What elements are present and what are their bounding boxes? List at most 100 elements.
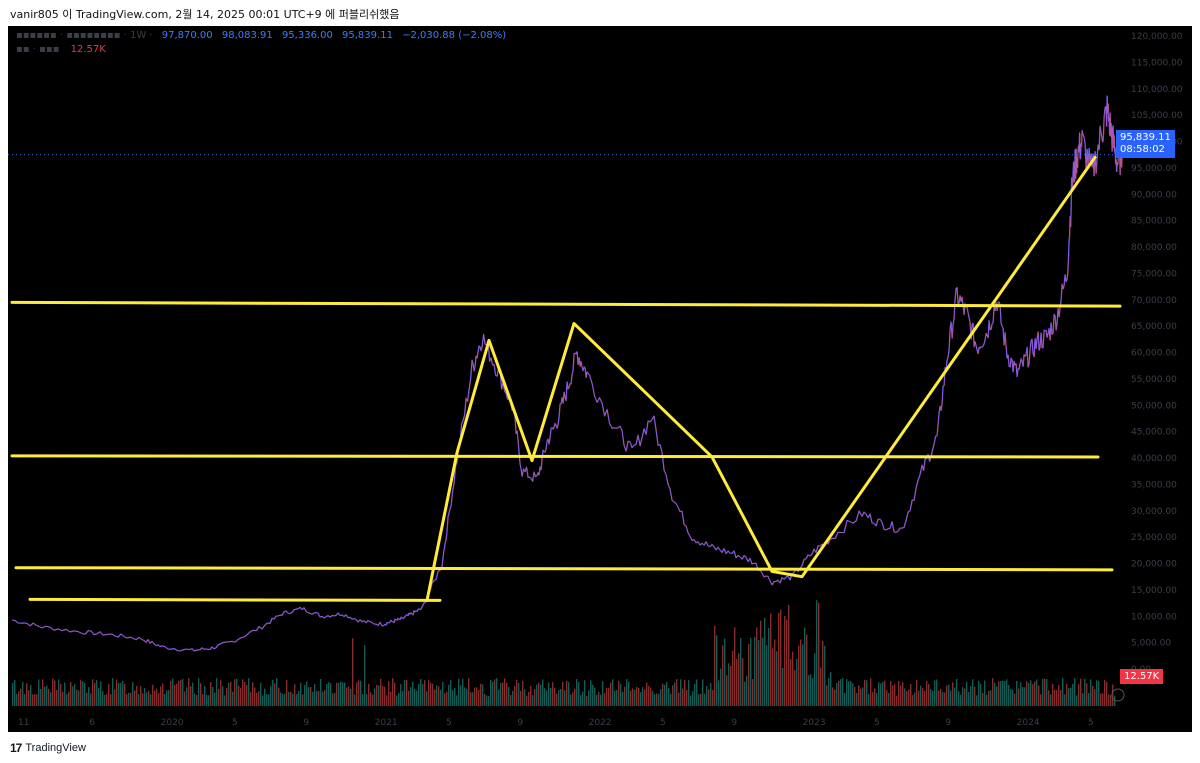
volume-bar — [268, 694, 270, 706]
x-tick-label: 9 — [303, 718, 309, 728]
volume-bar — [762, 637, 764, 706]
volume-bar — [74, 683, 76, 706]
volume-bar — [348, 686, 350, 706]
volume-bar — [144, 688, 146, 706]
volume-bar — [536, 684, 538, 706]
volume-bar — [64, 682, 66, 706]
volume-bar — [248, 678, 250, 706]
volume-bar — [460, 685, 462, 706]
volume-bar — [516, 679, 518, 706]
volume-bar — [308, 687, 310, 706]
legend-low: 95,336.00 — [281, 30, 333, 41]
y-tick-label: 115,000.00 — [1131, 58, 1183, 68]
y-tick-label: 60,000.00 — [1131, 349, 1177, 359]
chart-panel[interactable]: 120,000.00 115,000.00 110,000.00 105,000.00… — [8, 26, 1192, 732]
volume-bar — [908, 689, 910, 706]
volume-bar — [786, 619, 788, 706]
volume-bar — [824, 645, 826, 706]
volume-bar — [484, 693, 486, 706]
volume-bar — [372, 694, 374, 706]
volume-bar — [498, 689, 500, 706]
volume-bar — [1048, 690, 1050, 706]
volume-bar — [922, 687, 924, 706]
volume-bar — [350, 688, 352, 706]
volume-bar — [728, 663, 730, 706]
volume-bar — [36, 694, 38, 706]
volume-bar — [304, 685, 306, 706]
volume-bar — [302, 694, 304, 706]
volume-bar — [222, 686, 224, 706]
volume-bar — [362, 694, 364, 706]
volume-bar — [950, 690, 952, 706]
volume-bar — [652, 691, 654, 706]
volume-bar — [450, 680, 452, 706]
volume-bar — [882, 681, 884, 706]
x-axis: 11 6 2020 5 9 2021 5 9 2022 5 9 2023 5 9 2024 5 — [18, 718, 1094, 728]
legend-change: −2,030.88 (−2.08%) — [402, 30, 507, 41]
volume-bar — [266, 694, 268, 706]
volume-bar — [456, 695, 458, 706]
volume-bar — [914, 692, 916, 706]
price-chart[interactable]: 120,000.00115,000.00110,000.00105,000.00… — [8, 26, 1192, 732]
volume-bar — [242, 679, 244, 706]
volume-bar — [1084, 678, 1086, 706]
volume-bar — [742, 658, 744, 706]
volume-bar — [1102, 693, 1104, 706]
volume-bar — [478, 689, 480, 706]
volume-bar — [240, 688, 242, 706]
volume-bar — [972, 679, 974, 706]
volume-bar — [916, 679, 918, 706]
volume-bar — [1036, 679, 1038, 706]
volume-bar — [784, 615, 786, 706]
volume-bar — [326, 684, 328, 706]
volume-bar — [502, 682, 504, 706]
volume-bar — [398, 692, 400, 706]
volume-bar — [506, 682, 508, 706]
volume-bar — [496, 678, 498, 706]
volume-bar — [576, 679, 578, 706]
volume-bar — [1020, 682, 1022, 706]
volume-bar — [894, 684, 896, 706]
volume-bar — [520, 690, 522, 706]
y-axis: 120,000.00 115,000.00 110,000.00 105,000.00… — [1131, 32, 1183, 675]
volume-bar — [234, 679, 236, 706]
footer-brand[interactable]: 17 TradingView — [10, 741, 86, 755]
volume-bar — [532, 695, 534, 706]
volume-bar — [424, 680, 426, 706]
volume-bar — [990, 690, 992, 706]
volume-bar — [392, 678, 394, 706]
x-tick-label: 2021 — [375, 718, 398, 728]
volume-bar — [62, 691, 64, 706]
volume-bar — [960, 694, 962, 706]
volume-bar — [436, 685, 438, 706]
volume-bar — [130, 692, 132, 706]
volume-bar — [618, 680, 620, 706]
volume-bar — [830, 672, 832, 706]
volume-bar — [674, 682, 676, 706]
volume-bar — [12, 682, 14, 706]
volume-bar — [170, 680, 172, 706]
y-tick-label: 25,000.00 — [1131, 533, 1177, 543]
volume-bar — [924, 690, 926, 706]
volume-bar — [626, 679, 628, 706]
volume-bar — [748, 643, 750, 706]
volume-bar — [58, 679, 60, 706]
volume-bar — [1090, 679, 1092, 706]
volume-bar — [672, 685, 674, 706]
volume-bar — [82, 681, 84, 706]
legend-open: 97,870.00 — [161, 30, 213, 41]
volume-bar — [1092, 685, 1094, 706]
volume-bar — [514, 685, 516, 706]
volume-bar — [698, 694, 700, 706]
volume-bar — [210, 682, 212, 706]
volume-bar — [804, 627, 806, 706]
volume-bar — [868, 693, 870, 706]
volume-bar — [174, 685, 176, 706]
volume-bar — [692, 691, 694, 706]
volume-bar — [100, 681, 102, 706]
volume-bar — [658, 693, 660, 706]
volume-bar — [906, 691, 908, 706]
volume-bar — [776, 651, 778, 706]
volume-bar — [620, 683, 622, 706]
volume-bar — [1068, 688, 1070, 706]
